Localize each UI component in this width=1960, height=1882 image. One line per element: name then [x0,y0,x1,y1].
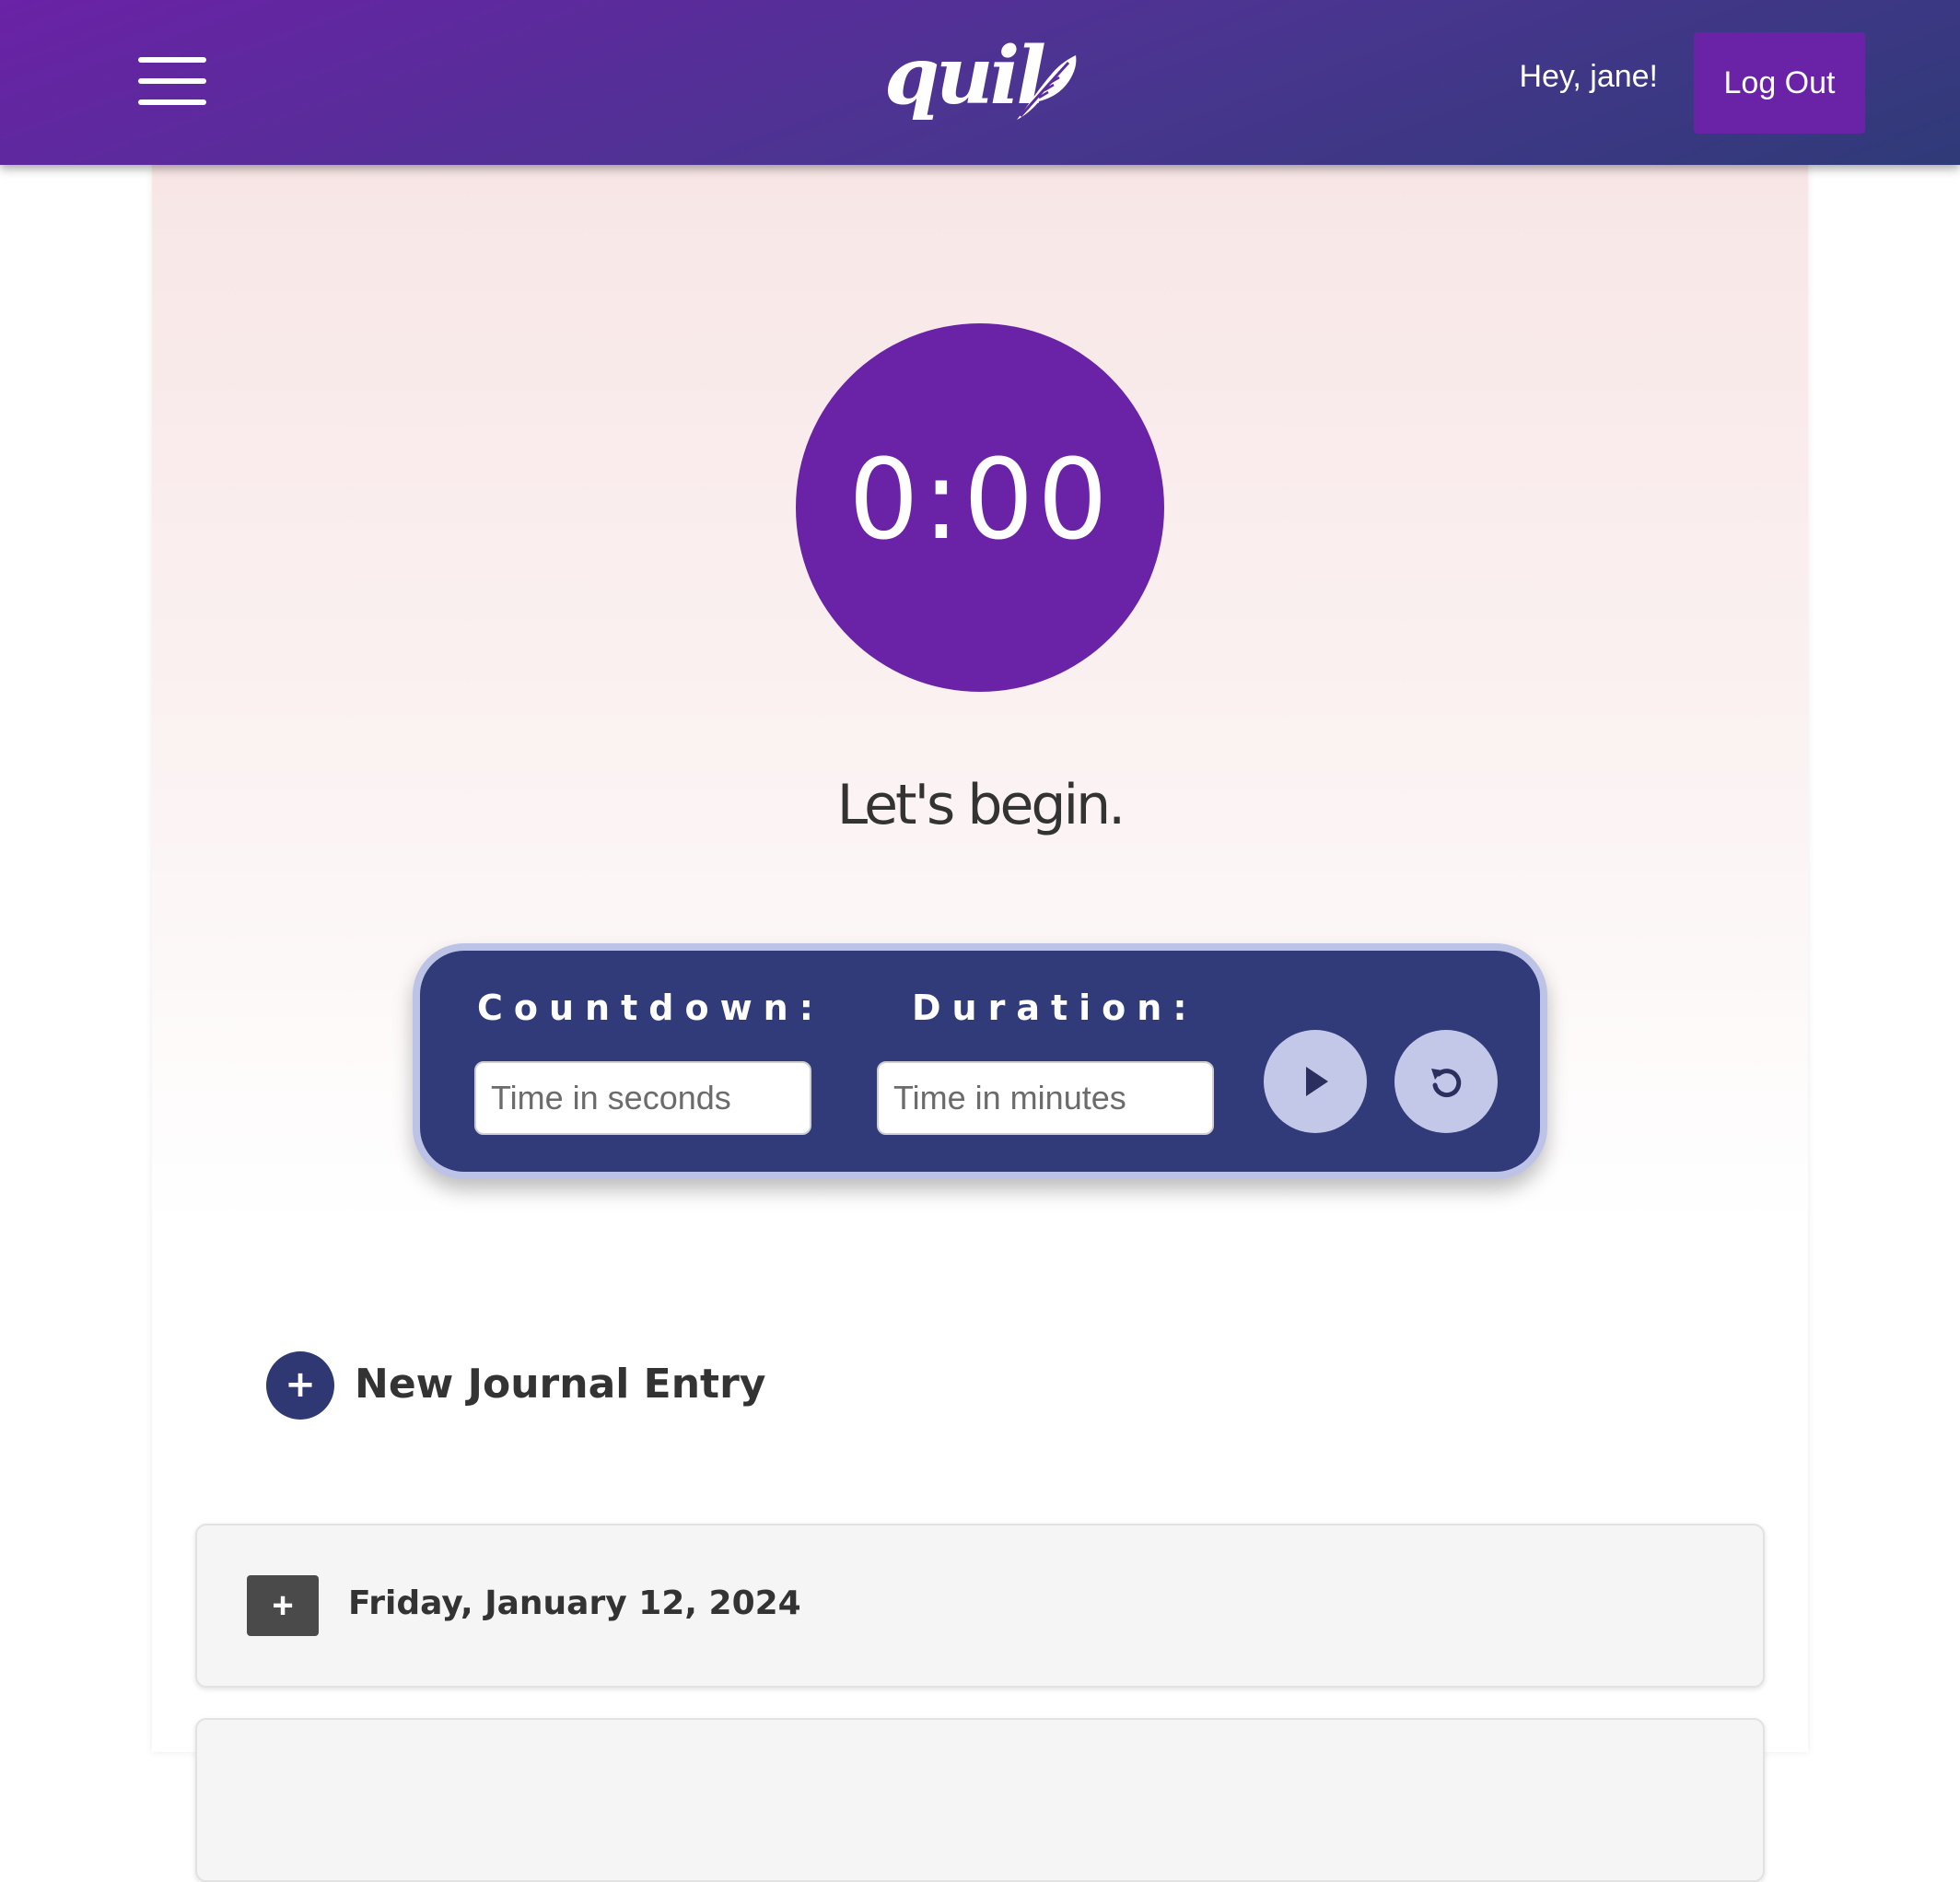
reset-button[interactable] [1394,1030,1498,1133]
add-entry-icon: + [266,1351,334,1420]
top-navbar: quil Hey, jane! Log Out [0,0,1960,165]
countdown-input[interactable] [474,1061,811,1135]
logout-button[interactable]: Log Out [1694,32,1865,134]
duration-input[interactable] [877,1061,1214,1135]
play-button[interactable] [1264,1030,1367,1133]
journal-entry-card[interactable]: + Friday, January 12, 2024 [195,1524,1765,1688]
play-icon [1306,1067,1328,1096]
user-greeting: Hey, jane! [1519,59,1658,94]
timer-section: 0:00 Let's begin. Countdown: Duration: [152,165,1808,1224]
expand-entry-button[interactable]: + [247,1575,319,1636]
timer-display: 0:00 [848,437,1112,565]
new-journal-entry-label: New Journal Entry [355,1361,766,1408]
countdown-label: Countdown: [477,988,824,1028]
entry-date: Friday, January 12, 2024 [348,1584,801,1622]
main-content: 0:00 Let's begin. Countdown: Duration: + [152,165,1808,1882]
timer-prompt: Let's begin. [836,773,1126,837]
menu-bar [138,99,206,105]
timer-control-panel: Countdown: Duration: [413,943,1547,1179]
quill-feather-icon [1017,55,1077,120]
quil-logo[interactable]: quil [884,31,1078,151]
menu-bar [138,78,206,84]
journal-entry-card[interactable] [195,1718,1765,1882]
menu-bar [138,57,206,63]
new-journal-entry-button[interactable]: + New Journal Entry [266,1351,819,1425]
reset-icon [1431,1069,1462,1098]
duration-label: Duration: [912,988,1198,1028]
hamburger-menu-icon[interactable] [127,48,216,114]
timer-circle: 0:00 [796,323,1164,692]
